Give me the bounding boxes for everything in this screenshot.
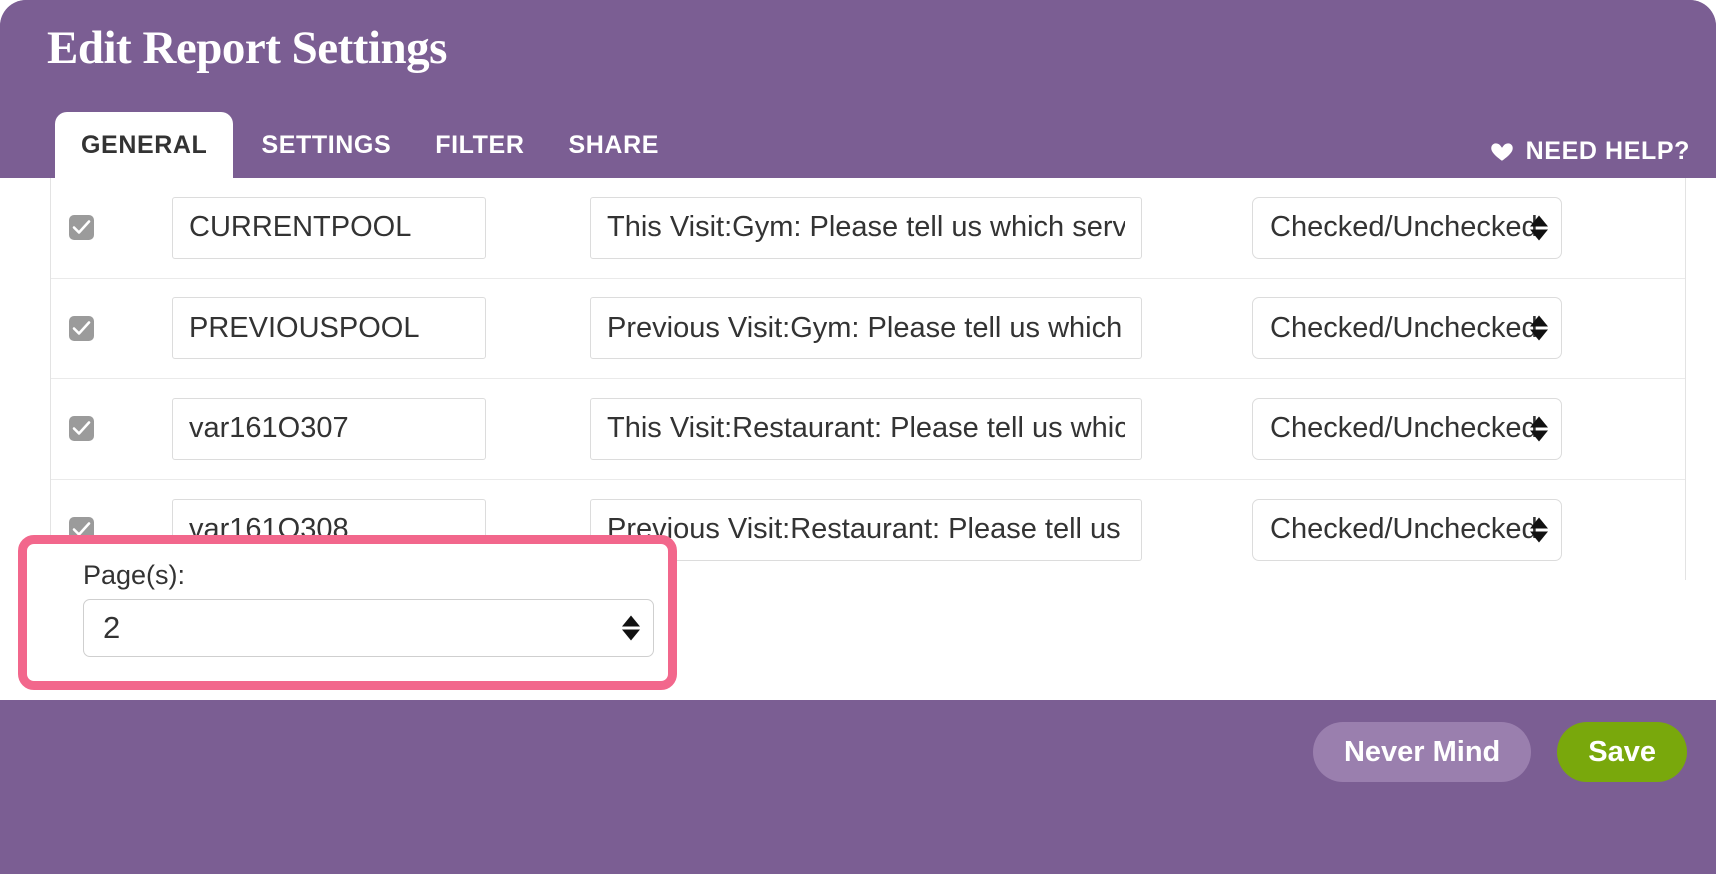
variable-type-select-wrap: Checked/Unchecked bbox=[1252, 397, 1562, 460]
dialog-body: Checked/Unchecked bbox=[0, 178, 1716, 700]
row-select-cell bbox=[51, 279, 172, 379]
variable-description-input[interactable] bbox=[590, 297, 1142, 360]
tab-general[interactable]: GENERAL bbox=[55, 112, 234, 178]
variable-type-select[interactable]: Checked/Unchecked bbox=[1252, 498, 1562, 561]
variable-name-cell bbox=[172, 397, 537, 460]
variable-type-select[interactable]: Checked/Unchecked bbox=[1252, 397, 1562, 460]
variable-name-input[interactable] bbox=[172, 297, 486, 360]
variable-type-select[interactable]: Checked/Unchecked bbox=[1252, 196, 1562, 259]
row-select-cell bbox=[51, 178, 172, 278]
edit-report-settings-dialog: Edit Report Settings GENERAL SETTINGS FI… bbox=[0, 0, 1716, 874]
variable-type-select[interactable]: Checked/Unchecked bbox=[1252, 297, 1562, 360]
save-button[interactable]: Save bbox=[1557, 722, 1687, 782]
never-mind-button[interactable]: Never Mind bbox=[1312, 722, 1532, 782]
variable-name-input[interactable] bbox=[172, 196, 486, 259]
row-checkbox[interactable] bbox=[69, 416, 94, 442]
variable-type-select-wrap: Checked/Unchecked bbox=[1252, 498, 1562, 561]
table-row: Checked/Unchecked bbox=[51, 178, 1685, 279]
variable-name-cell bbox=[172, 196, 537, 259]
tab-share[interactable]: SHARE bbox=[546, 112, 681, 178]
variable-type-cell: Checked/Unchecked bbox=[1197, 297, 1685, 360]
pages-select-wrap: 2 bbox=[83, 599, 654, 657]
row-select-cell bbox=[51, 379, 172, 479]
tab-filter[interactable]: FILTER bbox=[413, 112, 546, 178]
variable-type-select-wrap: Checked/Unchecked bbox=[1252, 196, 1562, 259]
row-checkbox[interactable] bbox=[69, 215, 94, 241]
variable-name-cell bbox=[172, 297, 537, 360]
pages-label: Page(s): bbox=[83, 560, 186, 590]
variable-type-cell: Checked/Unchecked bbox=[1197, 498, 1685, 561]
need-help-label: NEED HELP? bbox=[1525, 137, 1690, 165]
dialog-footer: Never Mind Save bbox=[0, 700, 1716, 874]
table-row: Checked/Unchecked bbox=[51, 278, 1685, 379]
page-title: Edit Report Settings bbox=[47, 22, 447, 74]
dialog-header: Edit Report Settings GENERAL SETTINGS FI… bbox=[0, 0, 1716, 178]
variable-description-input[interactable] bbox=[590, 397, 1142, 460]
pages-highlight-panel: Page(s): 2 bbox=[18, 535, 677, 690]
variable-description-input[interactable] bbox=[590, 196, 1142, 259]
variables-table: Checked/Unchecked bbox=[50, 178, 1686, 580]
row-checkbox[interactable] bbox=[69, 315, 94, 341]
variable-type-cell: Checked/Unchecked bbox=[1197, 397, 1685, 460]
variable-description-cell bbox=[537, 297, 1197, 360]
tab-settings[interactable]: SETTINGS bbox=[239, 112, 413, 178]
variable-type-cell: Checked/Unchecked bbox=[1197, 196, 1685, 259]
variable-name-input[interactable] bbox=[172, 397, 486, 460]
heart-icon bbox=[1489, 138, 1515, 164]
need-help-link[interactable]: NEED HELP? bbox=[1489, 137, 1690, 166]
footer-actions: Never Mind Save bbox=[1312, 722, 1687, 782]
pages-select[interactable]: 2 bbox=[83, 599, 654, 657]
table-row: Checked/Unchecked bbox=[51, 379, 1685, 480]
variable-description-cell bbox=[537, 196, 1197, 259]
variable-description-cell bbox=[537, 397, 1197, 460]
variable-type-select-wrap: Checked/Unchecked bbox=[1252, 297, 1562, 360]
tab-bar: GENERAL SETTINGS FILTER SHARE bbox=[55, 112, 681, 178]
